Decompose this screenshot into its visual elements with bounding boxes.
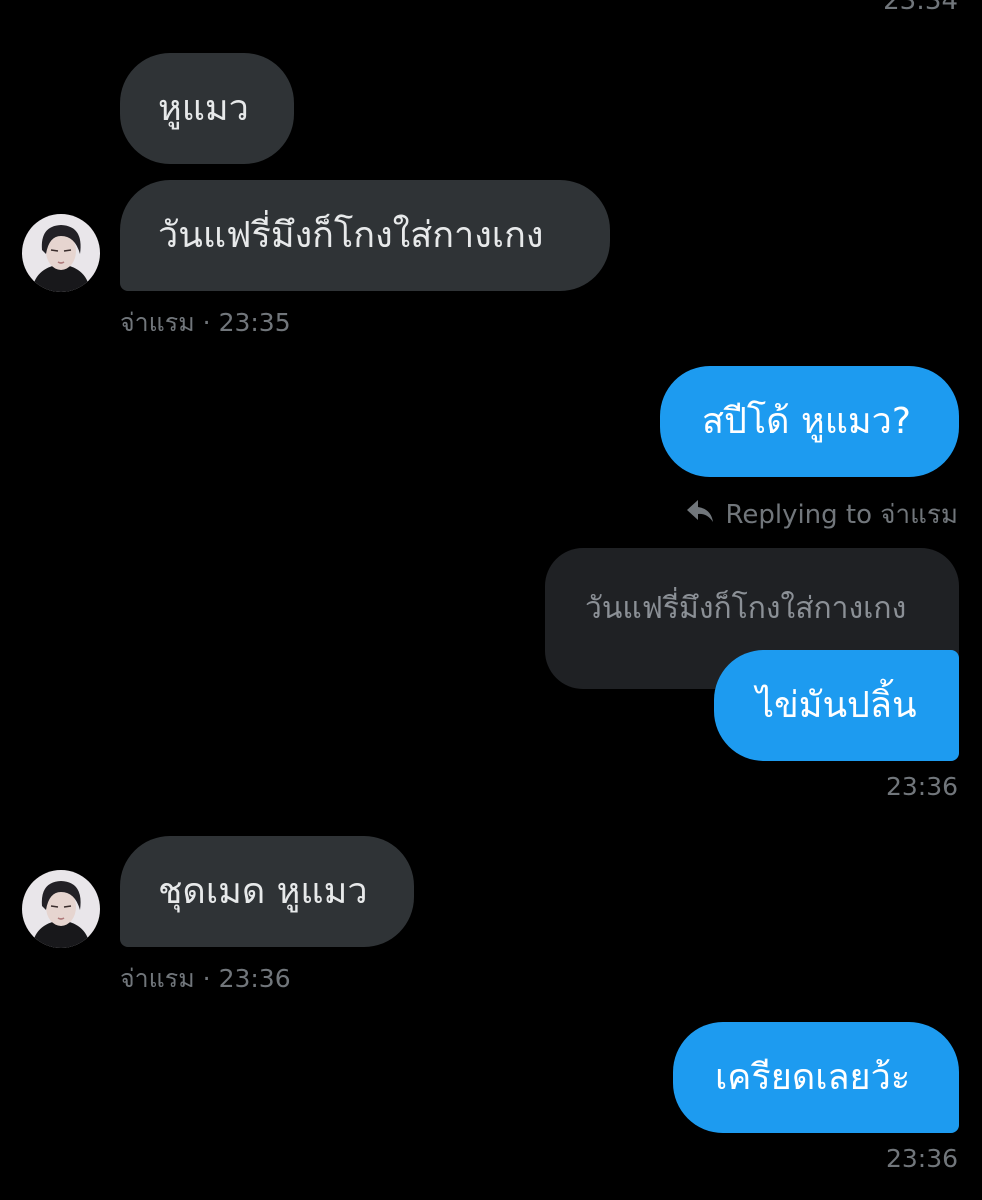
quoted-text: วันแฟรี่มึงก็โกงใส่กางเกง bbox=[585, 591, 907, 626]
message-text: ชุดเมด หูแมว bbox=[158, 870, 368, 912]
message-bubble-outgoing[interactable]: เครียดเลยว้ะ bbox=[673, 1022, 959, 1133]
reply-indicator: Replying to จ่าแรม bbox=[685, 494, 958, 535]
avatar-image bbox=[22, 870, 100, 948]
message-bubble-incoming[interactable]: หูแมว bbox=[120, 53, 294, 164]
message-bubble-outgoing[interactable]: ไข่มันปลิ้น bbox=[714, 650, 959, 761]
message-meta: จ่าแรม · 23:35 bbox=[120, 303, 291, 343]
message-text: หูแมว bbox=[158, 87, 249, 129]
message-time: 23:36 bbox=[885, 1144, 958, 1173]
message-text: เครียดเลยว้ะ bbox=[715, 1056, 911, 1098]
reply-indicator-text: Replying to จ่าแรม bbox=[725, 500, 958, 530]
message-bubble-incoming[interactable]: วันแฟรี่มึงก็โกงใส่กางเกง bbox=[120, 180, 610, 291]
message-time: · 23:35 bbox=[202, 308, 291, 337]
message-text: ไข่มันปลิ้น bbox=[756, 684, 917, 726]
avatar[interactable] bbox=[22, 870, 100, 948]
message-time: 23:36 bbox=[885, 772, 958, 801]
reply-arrow-icon bbox=[685, 498, 715, 531]
sender-name: จ่าแรม bbox=[120, 964, 195, 993]
message-bubble-outgoing[interactable]: สปีโด้ หูแมว? bbox=[660, 366, 959, 477]
message-text: สปีโด้ หูแมว? bbox=[702, 400, 911, 442]
message-bubble-incoming[interactable]: ชุดเมด หูแมว bbox=[120, 836, 414, 947]
message-meta: จ่าแรม · 23:36 bbox=[120, 959, 291, 999]
timestamp-top: 23:34 bbox=[883, 0, 958, 16]
message-text: วันแฟรี่มึงก็โกงใส่กางเกง bbox=[158, 214, 544, 256]
message-time: · 23:36 bbox=[202, 964, 291, 993]
avatar[interactable] bbox=[22, 214, 100, 292]
avatar-image bbox=[22, 214, 100, 292]
sender-name: จ่าแรม bbox=[120, 308, 195, 337]
